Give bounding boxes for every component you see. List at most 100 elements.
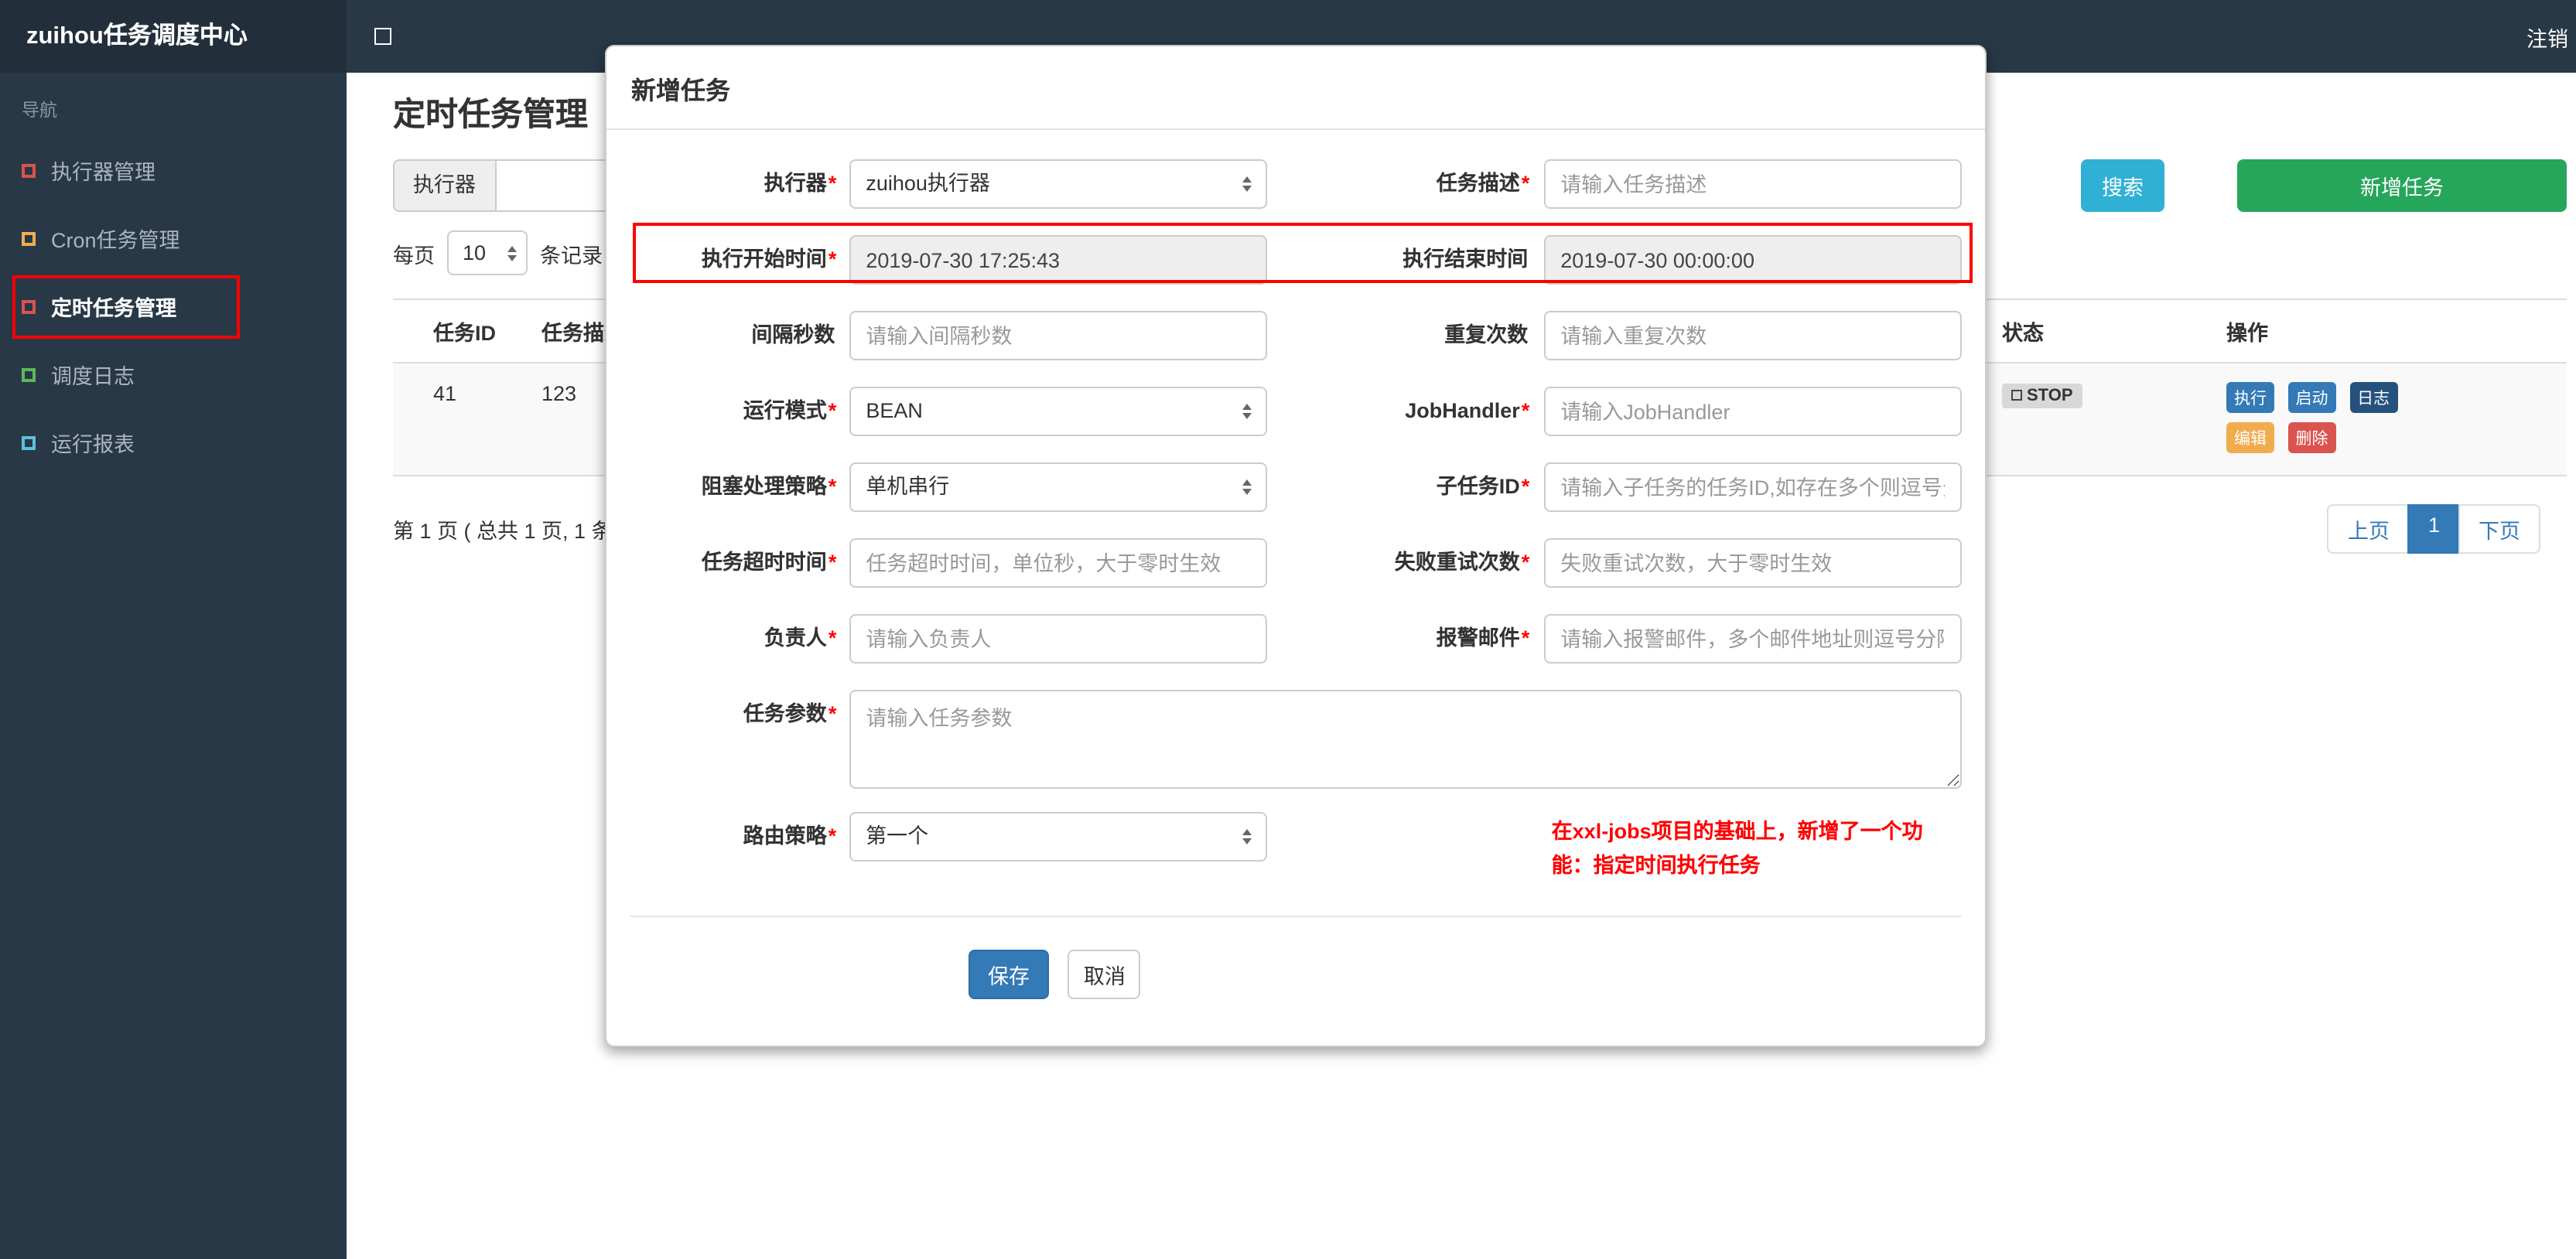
pagination: 上页 1 下页 bbox=[2327, 504, 2540, 554]
route-strategy-select[interactable]: 第一个 bbox=[849, 812, 1267, 862]
cell-job-id: 41 bbox=[433, 382, 457, 405]
child-job-input[interactable] bbox=[1543, 462, 1962, 512]
sidebar: 导航 执行器管理 Cron任务管理 定时任务管理 调度日志 运行报表 bbox=[0, 73, 347, 1259]
col-header-actions: 操作 bbox=[2226, 322, 2268, 345]
interval-label: 间隔秒数 bbox=[751, 323, 835, 346]
per-page-value: 10 bbox=[463, 241, 487, 264]
per-page-label-before: 每页 bbox=[393, 244, 435, 267]
per-page-label-after: 条记录 bbox=[540, 244, 603, 267]
run-mode-select[interactable]: BEAN bbox=[849, 387, 1268, 436]
run-mode-select-value: BEAN bbox=[866, 399, 923, 422]
cancel-button[interactable]: 取消 bbox=[1068, 950, 1141, 999]
stop-square-icon bbox=[2011, 390, 2022, 401]
chevron-updown-icon bbox=[1242, 176, 1252, 192]
form-row-job-param: 任务参数 * bbox=[630, 690, 1962, 789]
timeout-label: 任务超时时间 * bbox=[701, 551, 837, 574]
job-desc-input[interactable] bbox=[1543, 159, 1962, 209]
form-row-block-childjob: 阻塞处理策略 * 单机串行 子任务ID * bbox=[630, 462, 1962, 512]
log-button[interactable]: 日志 bbox=[2349, 382, 2398, 413]
required-star: * bbox=[828, 172, 837, 195]
square-icon bbox=[22, 299, 36, 313]
sidebar-item-dispatch-log[interactable]: 调度日志 bbox=[0, 340, 347, 408]
form-row-times: 执行开始时间* 执行结束时间 bbox=[630, 235, 1962, 285]
per-page-select[interactable]: 10 bbox=[447, 230, 528, 275]
sidebar-item-label: Cron任务管理 bbox=[51, 229, 180, 252]
cell-actions: 执行 启动 日志 编辑 删除 bbox=[2211, 363, 2567, 475]
sidebar-item-label: 调度日志 bbox=[51, 365, 135, 388]
route-strategy-label: 路由策略 * bbox=[743, 824, 837, 848]
required-star: * bbox=[828, 399, 837, 422]
sidebar-item-executor-manage[interactable]: 执行器管理 bbox=[0, 136, 347, 204]
required-star: * bbox=[828, 702, 837, 725]
alarm-email-input[interactable] bbox=[1543, 614, 1962, 664]
next-page-button[interactable]: 下页 bbox=[2458, 504, 2540, 554]
sidebar-item-timed-task-manage[interactable]: 定时任务管理 bbox=[0, 272, 347, 340]
job-handler-input[interactable] bbox=[1543, 387, 1962, 436]
form-row-route-strategy: 路由策略 * 第一个 在xxl-jobs项目的基础上，新增了一个功能：指定时间执行… bbox=[630, 812, 1962, 883]
chevron-updown-icon bbox=[1242, 404, 1252, 419]
end-time-input[interactable] bbox=[1543, 235, 1962, 285]
block-strategy-select-value: 单机串行 bbox=[866, 475, 950, 498]
col-header-job-id: 任务ID bbox=[433, 322, 496, 345]
sidebar-section-label: 导航 bbox=[22, 102, 57, 121]
sidebar-item-label: 定时任务管理 bbox=[51, 297, 176, 320]
app-brand: zuihou任务调度中心 bbox=[0, 0, 347, 73]
form-row-executor-desc: 执行器 * zuihou执行器 任务描述 * bbox=[630, 159, 1962, 209]
owner-input[interactable] bbox=[849, 614, 1268, 664]
status-badge: STOP bbox=[2002, 383, 2082, 408]
square-icon bbox=[22, 163, 36, 177]
run-button[interactable]: 执行 bbox=[2226, 382, 2274, 413]
child-job-label: 子任务ID * bbox=[1436, 475, 1530, 498]
required-star: * bbox=[1521, 551, 1530, 574]
executor-select[interactable]: zuihou执行器 bbox=[849, 159, 1268, 209]
timeout-input[interactable] bbox=[849, 538, 1268, 588]
page-1-button[interactable]: 1 bbox=[2407, 504, 2460, 554]
action-line-2: 编辑 删除 bbox=[2226, 422, 2551, 453]
start-time-label: 执行开始时间 * bbox=[701, 247, 837, 271]
modal-title: 新增任务 bbox=[606, 46, 1985, 130]
add-job-modal: 新增任务 执行器* zuihou执行器 任务描述* 执行开始时间* 执行结束时间… bbox=[605, 45, 1987, 1047]
block-strategy-select[interactable]: 单机串行 bbox=[849, 462, 1268, 512]
action-line-1: 执行 启动 日志 bbox=[2226, 382, 2551, 413]
start-time-input[interactable] bbox=[849, 235, 1268, 285]
square-icon bbox=[22, 231, 36, 245]
sidebar-item-label: 执行器管理 bbox=[51, 161, 155, 184]
save-button[interactable]: 保存 bbox=[969, 950, 1049, 999]
search-button[interactable]: 搜索 bbox=[2081, 159, 2164, 212]
col-header-status: 状态 bbox=[2002, 322, 2044, 345]
form-row-runmode-handler: 运行模式 * BEAN JobHandler * bbox=[630, 387, 1962, 436]
start-button[interactable]: 启动 bbox=[2287, 382, 2336, 413]
retry-label: 失败重试次数 * bbox=[1394, 551, 1530, 574]
app-root: zuihou任务调度中心 注销 导航 执行器管理 Cron任务管理 定时任务管理… bbox=[0, 0, 2576, 1259]
job-handler-label: JobHandler * bbox=[1405, 399, 1530, 422]
feature-note: 在xxl-jobs项目的基础上，新增了一个功能：指定时间执行任务 bbox=[1551, 820, 1923, 877]
interval-input[interactable] bbox=[849, 311, 1268, 360]
required-star: * bbox=[828, 551, 837, 574]
sidebar-item-label: 运行报表 bbox=[51, 433, 135, 456]
logout-link[interactable]: 注销 bbox=[2526, 21, 2576, 52]
square-icon bbox=[22, 435, 36, 449]
repeat-input[interactable] bbox=[1543, 311, 1962, 360]
executor-filter-label: 执行器 bbox=[393, 159, 496, 212]
edit-button[interactable]: 编辑 bbox=[2226, 422, 2274, 453]
required-star: * bbox=[828, 626, 837, 650]
status-text: STOP bbox=[2027, 386, 2073, 404]
job-desc-label: 任务描述 * bbox=[1436, 172, 1530, 195]
modal-footer: 保存 取消 bbox=[606, 917, 1985, 1046]
retry-input[interactable] bbox=[1543, 538, 1962, 588]
job-param-textarea[interactable] bbox=[849, 690, 1962, 789]
repeat-label: 重复次数 bbox=[1444, 323, 1529, 346]
job-param-label: 任务参数 * bbox=[743, 702, 837, 725]
required-star: * bbox=[828, 475, 837, 498]
prev-page-button[interactable]: 上页 bbox=[2327, 504, 2410, 554]
executor-label: 执行器 * bbox=[764, 172, 837, 195]
delete-button[interactable]: 删除 bbox=[2287, 422, 2336, 453]
sidebar-toggle-icon[interactable] bbox=[374, 28, 391, 45]
required-star: * bbox=[1521, 475, 1530, 498]
sidebar-item-cron-task-manage[interactable]: Cron任务管理 bbox=[0, 204, 347, 272]
required-star: * bbox=[828, 247, 837, 271]
required-star: * bbox=[1521, 399, 1530, 422]
sidebar-item-run-report[interactable]: 运行报表 bbox=[0, 408, 347, 476]
run-mode-label: 运行模式 * bbox=[743, 399, 837, 422]
add-job-button[interactable]: 新增任务 bbox=[2237, 159, 2567, 212]
